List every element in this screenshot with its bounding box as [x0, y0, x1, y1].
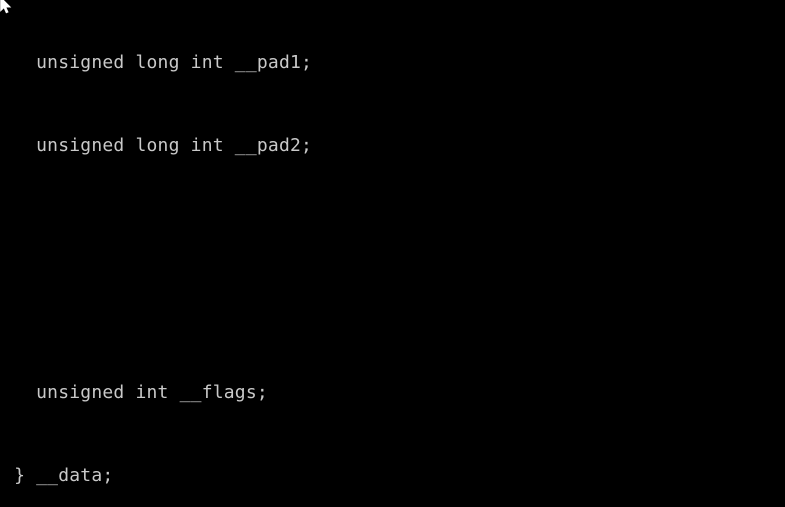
terminal-line: unsigned long int __pad2; — [0, 134, 313, 156]
terminal-line: } __data; — [0, 464, 114, 486]
terminal-screen[interactable]: unsigned long int __pad1; unsigned long … — [0, 0, 785, 507]
terminal-line: unsigned long int __pad1; — [0, 52, 313, 73]
terminal-line: unsigned int __flags; — [0, 382, 268, 403]
terminal-output[interactable]: unsigned long int __pad1; unsigned long … — [0, 0, 785, 507]
